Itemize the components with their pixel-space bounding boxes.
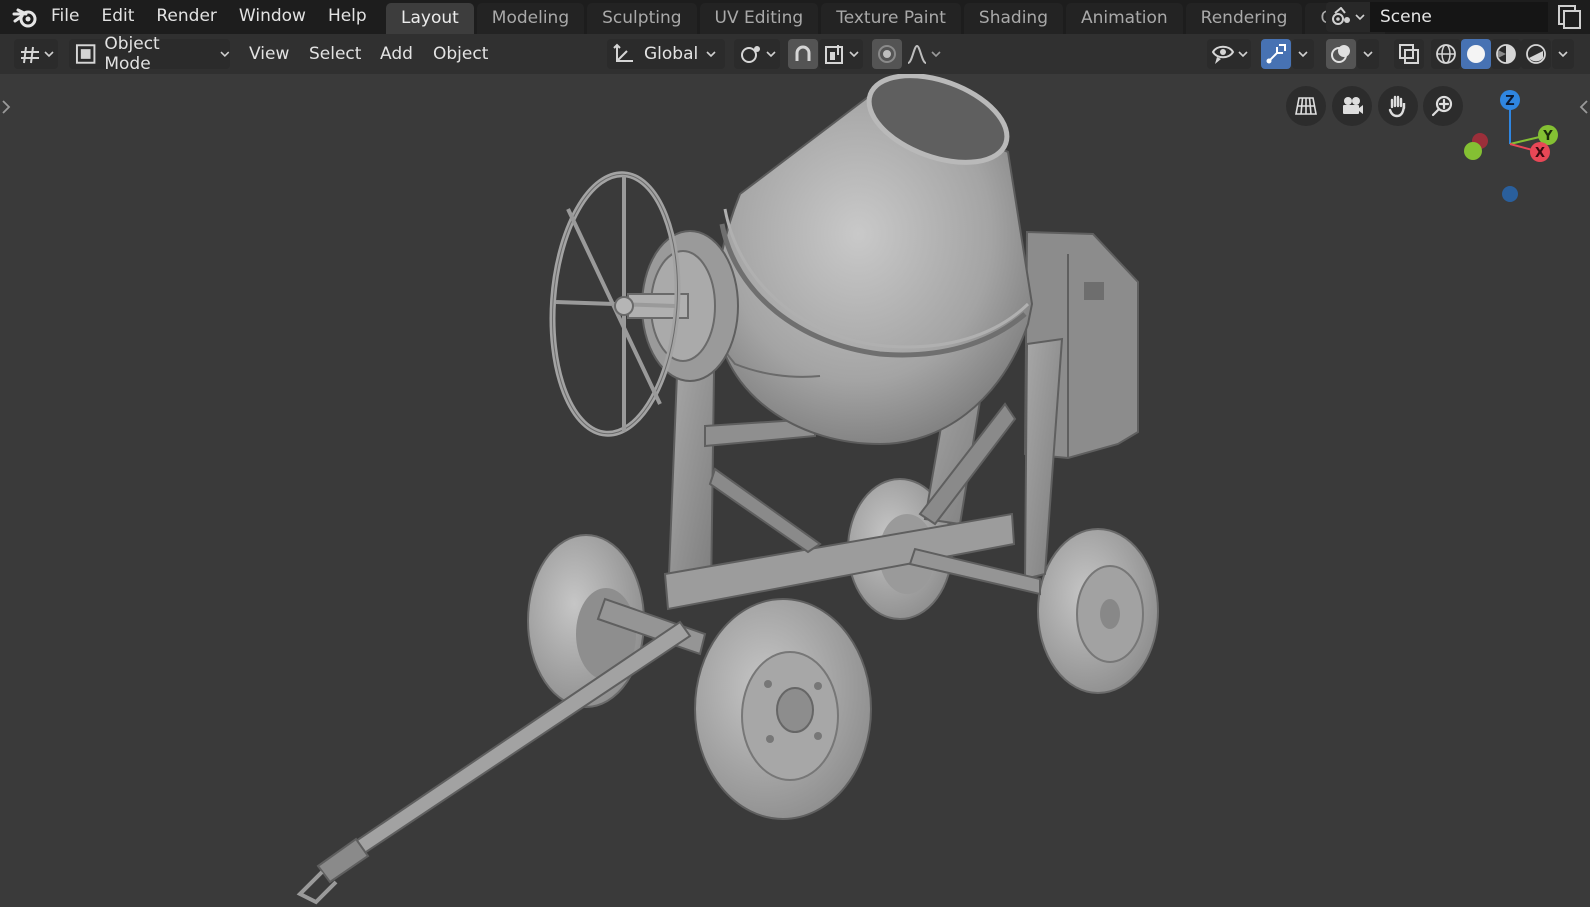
chevron-down-icon xyxy=(848,51,859,58)
gizmo-neg-y[interactable] xyxy=(1464,142,1482,160)
menu-window[interactable]: Window xyxy=(228,0,317,34)
main-menu: File Edit Render Window Help xyxy=(40,0,378,34)
cement-mixer-model[interactable] xyxy=(0,74,1590,907)
menu-view[interactable]: View xyxy=(249,39,289,69)
menu-select[interactable]: Select xyxy=(309,39,361,69)
pan-view-button[interactable] xyxy=(1378,86,1418,126)
solid-shading-icon xyxy=(1467,45,1485,63)
gizmo-x-label: X xyxy=(1535,146,1545,161)
workspace-tabs: Layout Modeling Sculpting UV Editing Tex… xyxy=(386,3,1388,34)
menu-edit[interactable]: Edit xyxy=(90,0,145,34)
gizmo-toggle-icon xyxy=(1266,44,1286,64)
chevron-down-icon xyxy=(931,51,941,58)
chevron-down-icon xyxy=(220,51,230,58)
chevron-down-icon xyxy=(1558,51,1568,58)
overlay-toggle[interactable] xyxy=(1326,39,1356,69)
pivot-point-icon xyxy=(740,46,760,63)
chevron-down-icon xyxy=(1237,51,1248,58)
transform-orientation-icon xyxy=(613,43,633,62)
snap-toggle[interactable] xyxy=(788,39,818,69)
menu-object[interactable]: Object xyxy=(433,39,488,69)
scene-selector: Scene xyxy=(1326,2,1548,32)
tab-modeling[interactable]: Modeling xyxy=(476,3,585,34)
chevron-down-icon xyxy=(1355,14,1365,21)
tab-layout[interactable]: Layout xyxy=(386,3,474,34)
shading-rendered[interactable] xyxy=(1521,39,1551,69)
scene-browse-button[interactable] xyxy=(1326,2,1370,32)
chevron-down-icon xyxy=(706,51,716,58)
proportional-edit-icon xyxy=(878,45,896,63)
transform-orientation-dropdown[interactable]: Global xyxy=(607,39,725,69)
shading-wireframe[interactable] xyxy=(1431,39,1461,69)
new-scene-icon[interactable] xyxy=(1556,2,1582,30)
zoom-icon xyxy=(1431,95,1453,117)
xray-toggle[interactable] xyxy=(1394,39,1424,69)
toggle-perspective-button[interactable] xyxy=(1286,86,1326,126)
chevron-down-icon xyxy=(765,51,776,58)
falloff-curve-icon xyxy=(907,44,927,64)
pivot-point-dropdown[interactable] xyxy=(734,39,780,69)
tab-shading[interactable]: Shading xyxy=(963,3,1063,34)
tab-sculpting[interactable]: Sculpting xyxy=(587,3,697,34)
menu-render[interactable]: Render xyxy=(145,0,228,34)
tab-animation[interactable]: Animation xyxy=(1065,3,1183,34)
gizmo-dropdown[interactable] xyxy=(1292,39,1314,69)
gizmo-neg-z[interactable] xyxy=(1502,186,1518,202)
shading-solid[interactable] xyxy=(1461,39,1491,69)
shading-dropdown[interactable] xyxy=(1552,39,1574,69)
tab-texture-paint[interactable]: Texture Paint xyxy=(821,3,961,34)
snap-magnet-icon xyxy=(795,45,811,61)
orientation-label: Global xyxy=(644,44,699,64)
tab-rendering[interactable]: Rendering xyxy=(1185,3,1303,34)
zoom-view-button[interactable] xyxy=(1423,86,1463,126)
camera-view-icon xyxy=(1343,97,1363,114)
viewport-header: Object Mode View Select Add Object Globa… xyxy=(0,34,1590,74)
shading-material[interactable] xyxy=(1491,39,1521,69)
scene-name-field[interactable]: Scene xyxy=(1370,2,1548,32)
menu-help[interactable]: Help xyxy=(317,0,378,34)
chevron-down-icon xyxy=(1363,51,1373,58)
wireframe-shading-icon xyxy=(1436,44,1456,64)
mode-label: Object Mode xyxy=(104,34,160,74)
rendered-shading-icon xyxy=(1526,44,1546,64)
snap-increment-icon xyxy=(824,45,843,64)
gizmo-toggle[interactable] xyxy=(1261,39,1291,69)
eye-visibility-icon xyxy=(1211,45,1234,64)
falloff-dropdown[interactable] xyxy=(906,39,946,69)
tab-uv-editing[interactable]: UV Editing xyxy=(699,3,819,34)
mode-dropdown[interactable]: Object Mode xyxy=(69,34,230,74)
editor-type-button[interactable] xyxy=(14,39,58,69)
viewport-grid-icon xyxy=(20,46,39,64)
overlay-dropdown[interactable] xyxy=(1357,39,1379,69)
chevron-down-icon xyxy=(1298,51,1308,58)
scene-icon xyxy=(1332,7,1350,25)
object-mode-icon xyxy=(75,44,96,64)
camera-view-button[interactable] xyxy=(1332,86,1372,126)
3d-viewport[interactable]: Z Y X xyxy=(0,74,1590,907)
navigation-gizmo[interactable]: Z Y X xyxy=(1460,84,1570,209)
gizmo-y-label: Y xyxy=(1542,129,1553,144)
menu-file[interactable]: File xyxy=(40,0,90,34)
blender-logo-icon[interactable] xyxy=(12,4,40,30)
perspective-grid-icon xyxy=(1295,97,1317,115)
visibility-dropdown[interactable] xyxy=(1207,39,1251,69)
material-shading-icon xyxy=(1496,44,1516,64)
pan-hand-icon xyxy=(1388,95,1406,118)
gizmo-z-label: Z xyxy=(1505,94,1514,109)
menu-add[interactable]: Add xyxy=(380,39,413,69)
overlay-icon xyxy=(1331,45,1350,63)
top-bar: File Edit Render Window Help Layout Mode… xyxy=(0,0,1590,34)
snap-target-dropdown[interactable] xyxy=(819,39,863,69)
chevron-down-icon xyxy=(43,51,54,58)
xray-toggle-icon xyxy=(1399,44,1419,64)
proportional-edit-toggle[interactable] xyxy=(872,39,902,69)
